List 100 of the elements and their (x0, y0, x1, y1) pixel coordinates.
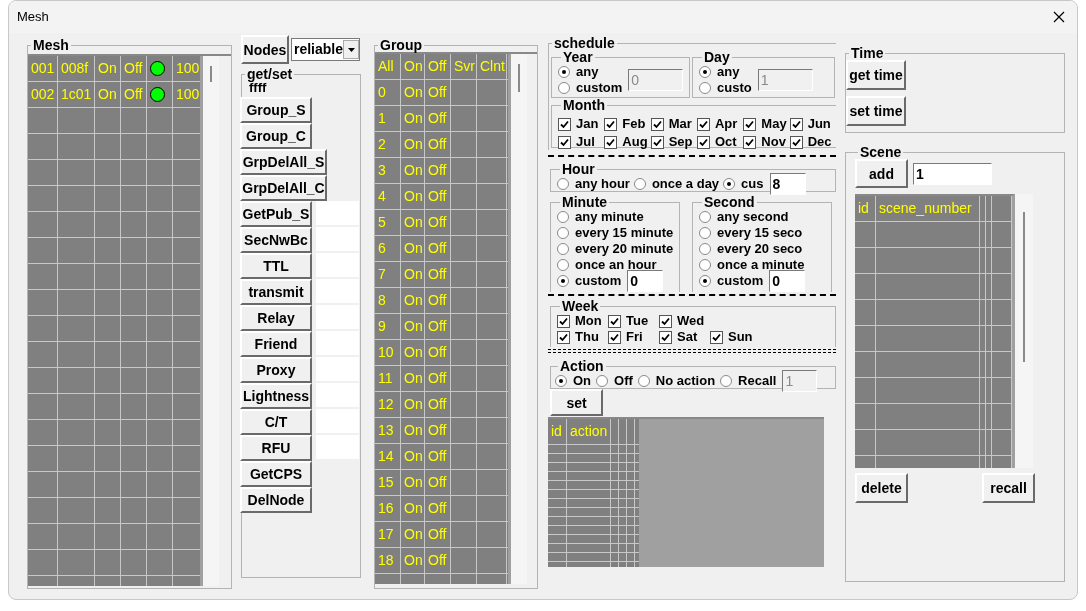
checkbox[interactable] (557, 314, 570, 328)
scrollbar[interactable] (1015, 194, 1033, 468)
checkbox[interactable] (604, 117, 618, 131)
command-button[interactable]: GetPub_S (240, 201, 312, 227)
checkbox[interactable] (697, 135, 710, 149)
value-field[interactable] (316, 409, 359, 433)
table-cell: Off (121, 56, 147, 81)
weekday-label: Sat (677, 328, 698, 347)
add-button[interactable]: add (855, 159, 908, 188)
table-cell: On (401, 262, 425, 287)
radio-button[interactable] (699, 259, 711, 271)
radio-button[interactable] (557, 211, 569, 223)
command-button[interactable]: SecNwBc (240, 227, 312, 253)
table-cell: On (401, 418, 425, 443)
radio-button[interactable] (699, 211, 711, 223)
value-field[interactable] (316, 201, 359, 225)
month-label: Aug (622, 133, 648, 152)
checkbox[interactable] (710, 330, 723, 344)
input-field[interactable]: 0 (627, 270, 664, 292)
nodes-button[interactable]: Nodes (241, 35, 289, 64)
command-button[interactable]: GetCPS (240, 461, 312, 487)
value-field[interactable] (316, 227, 359, 251)
checkbox[interactable] (789, 117, 803, 131)
scrollbar[interactable] (203, 56, 219, 586)
checkbox[interactable] (659, 330, 672, 344)
checkbox[interactable] (743, 135, 757, 149)
radio-button[interactable] (699, 243, 711, 255)
option-label: cus (741, 175, 764, 194)
checkbox[interactable] (697, 117, 710, 131)
radio-button[interactable] (557, 243, 569, 255)
command-button[interactable]: Group_S (240, 97, 312, 123)
radio-button[interactable] (633, 178, 646, 190)
command-button[interactable]: RFU (240, 435, 312, 461)
group-title: Year (562, 50, 594, 64)
value-field[interactable] (316, 331, 359, 355)
command-button[interactable]: Relay (240, 305, 312, 331)
checkbox[interactable] (608, 314, 621, 328)
command-button[interactable]: TTL (240, 253, 312, 279)
command-button[interactable]: C/T (240, 409, 312, 435)
table-cell: 4 (375, 184, 401, 209)
command-button[interactable]: Lightness (240, 383, 312, 409)
checkbox[interactable] (650, 117, 664, 131)
checkbox[interactable] (558, 135, 571, 149)
checkbox[interactable] (743, 117, 757, 131)
time-button[interactable]: get time (846, 60, 906, 90)
scrollbar[interactable] (511, 54, 527, 584)
command-button[interactable]: GrpDelAll_S (240, 149, 327, 175)
set-button[interactable]: set (550, 389, 603, 416)
column-header: id (548, 419, 567, 444)
command-button[interactable]: Proxy (240, 357, 312, 383)
option-label: custom (717, 272, 764, 291)
radio-button[interactable] (557, 259, 569, 271)
checkbox[interactable] (659, 314, 672, 328)
group-title: Week (561, 299, 600, 313)
group-title: Mesh (32, 38, 70, 52)
input-field[interactable]: 8 (769, 173, 806, 195)
value-field[interactable] (316, 357, 359, 381)
command-button[interactable]: DelNode (240, 487, 312, 513)
value-field[interactable] (316, 253, 359, 277)
option-label: any (717, 64, 740, 82)
table-cell: Off (425, 470, 451, 495)
scene-button[interactable]: recall (982, 473, 1035, 503)
scene-number-field[interactable]: 1 (913, 162, 992, 185)
command-button[interactable]: Group_C (240, 123, 312, 149)
checkbox[interactable] (608, 330, 621, 344)
time-button[interactable]: set time (846, 96, 906, 126)
radio-button[interactable] (557, 227, 569, 239)
table-cell: Off (425, 236, 451, 261)
radio-button[interactable] (557, 275, 569, 287)
command-button[interactable]: GrpDelAll_C (240, 175, 327, 201)
radio-button[interactable] (723, 178, 736, 190)
table-cell: On (401, 496, 425, 521)
value-field[interactable] (316, 435, 359, 459)
input-field[interactable]: 0 (769, 270, 806, 292)
option-label: custom (576, 79, 623, 98)
command-button[interactable]: Friend (240, 331, 312, 357)
option-label: On (573, 372, 592, 391)
checkbox[interactable] (789, 135, 803, 149)
scene-button[interactable]: delete (855, 473, 908, 503)
radio-button[interactable] (699, 227, 711, 239)
mode-dropdown[interactable]: reliable (291, 38, 360, 61)
checkbox[interactable] (604, 135, 618, 149)
value-field[interactable] (316, 279, 359, 303)
value-field[interactable] (316, 383, 359, 407)
option-label: any hour (575, 175, 630, 194)
table-cell: 1c01 (58, 82, 95, 107)
checkbox[interactable] (557, 330, 570, 344)
checkbox[interactable] (650, 135, 664, 149)
radio-button[interactable] (557, 178, 569, 190)
close-icon[interactable] (1053, 11, 1065, 23)
weekday-label: Sun (728, 328, 753, 347)
radio-button[interactable] (699, 275, 711, 287)
checkbox[interactable] (558, 117, 571, 131)
caret-icon (347, 47, 355, 52)
weekday-label: Tue (626, 312, 649, 331)
column-header: action (567, 419, 611, 444)
group-title: get/set (246, 67, 294, 81)
command-button[interactable]: transmit (240, 279, 312, 305)
option-label: Off (614, 372, 633, 391)
value-field[interactable] (316, 305, 359, 329)
